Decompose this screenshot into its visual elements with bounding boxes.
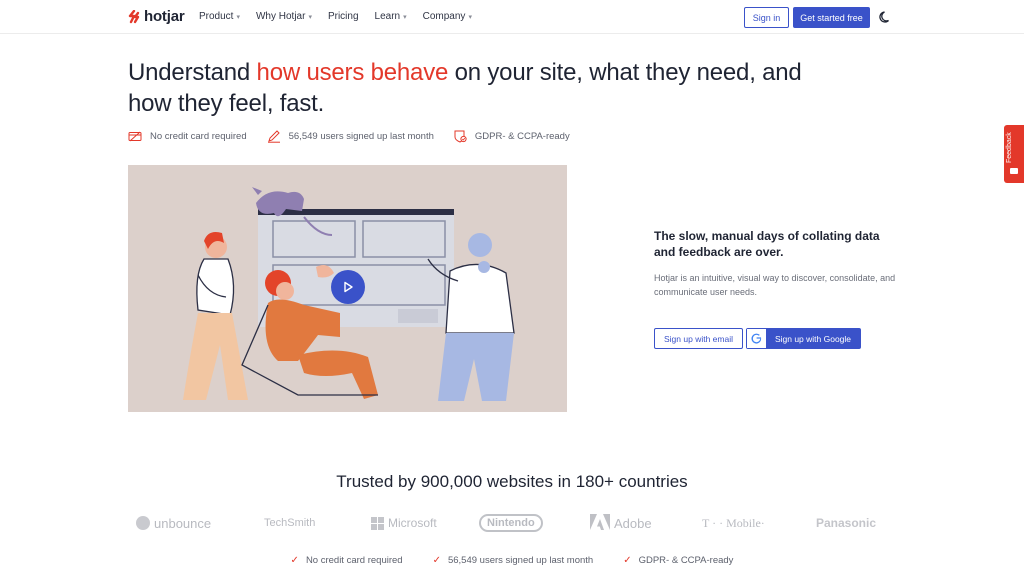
side-title: The slow, manual days of collating data … [654,229,880,259]
badge-label: GDPR- & CCPA-ready [474,130,570,142]
badge-no-credit-card: No credit card required [128,129,247,143]
nintendo-logo: Nintendo [479,511,543,535]
footer-badge-label: 56,549 users signed up last month [447,555,594,566]
top-navigation: hotjar Product ▾ Why Hotjar ▾ Pricing Lear… [0,0,1024,34]
footer-badges: ✓ No credit card required ✓ 56,549 users… [0,555,1024,566]
nav-item-label: Why Hotjar [255,11,306,22]
play-icon [344,281,353,293]
unbounce-mark-icon [136,516,150,530]
nav-item-why-hotjar[interactable]: Why Hotjar ▾ [256,11,312,22]
google-icon [747,329,766,348]
logo-text: TechSmith [264,517,316,529]
badge-gdpr: GDPR- & CCPA-ready [454,129,570,143]
footer-badge: ✓ 56,549 users signed up last month [433,555,594,566]
hotjar-flame-icon [128,9,140,24]
sign-in-button[interactable]: Sign in [744,7,789,28]
nav-item-label: Learn [374,11,401,22]
play-button[interactable] [331,270,365,304]
trusted-heading: Trusted by 900,000 websites in 180+ coun… [336,472,688,491]
feedback-tab[interactable]: Feedback [1004,125,1024,183]
footer-badge-label: No credit card required [305,555,403,566]
get-started-free-button[interactable]: Get started free [793,7,870,28]
badge-signups: 56,549 users signed up last month [267,129,434,143]
logo-text: hotjar [144,8,185,25]
pencil-icon [267,129,281,143]
sign-up-email-button[interactable]: Sign up with email [654,328,743,349]
logo-text: Adobe [614,515,652,531]
nav-item-company[interactable]: Company ▾ [423,11,472,22]
chevron-down-icon: ▾ [468,13,472,21]
nav-item-pricing[interactable]: Pricing [328,11,359,22]
checkmark-icon: ✓ [290,555,299,566]
footer-badge: ✓ No credit card required [291,555,403,566]
nav-item-label: Company [422,11,466,22]
techsmith-logo: TechSmith [264,511,315,535]
hero-title: Understand how users behave on your site… [128,57,828,119]
adobe-logo: Adobe [590,511,652,535]
t-mobile-logo: T · · Mobile· [702,511,765,535]
badge-label: 56,549 users signed up last month [288,130,434,142]
microsoft-logo: Microsoft [371,511,437,535]
nav-item-label: Product [199,11,234,22]
logo-text: Microsoft [388,516,437,530]
nav-item-product[interactable]: Product ▾ [199,11,240,22]
chevron-down-icon: ▾ [308,13,312,21]
side-description: Hotjar is an intuitive, visual way to di… [654,273,896,297]
hero-title-accent: how users behave [256,59,449,86]
logo-text: unbounce [154,515,212,531]
hero-title-part: Understand [128,59,257,86]
chevron-down-icon: ▾ [403,13,407,21]
credit-card-icon [128,131,142,142]
nav-menu: Product ▾ Why Hotjar ▾ Pricing Learn ▾ Comp… [199,11,472,22]
badge-label: No credit card required [150,130,247,142]
panasonic-logo: Panasonic [816,511,876,535]
feedback-label: Feedback [1006,132,1013,163]
adobe-mark-icon [590,513,610,533]
customer-logos: unbounce TechSmith Microsoft Nintendo Ad… [128,511,896,535]
shield-check-icon [454,129,467,143]
nav-item-label: Pricing [327,11,359,22]
footer-badge-label: GDPR- & CCPA-ready [638,555,734,566]
unbounce-logo: unbounce [136,511,211,535]
chevron-down-icon: ▾ [236,13,240,21]
logo-text: T · · Mobile· [702,515,765,530]
hotjar-logo[interactable]: hotjar [128,8,185,25]
google-button-label: Sign up with Google [774,333,852,344]
checkmark-icon: ✓ [623,555,632,566]
checkmark-icon: ✓ [432,555,441,566]
logo-text: Panasonic [816,516,877,530]
moon-icon[interactable] [879,10,893,24]
footer-badge: ✓ GDPR- & CCPA-ready [623,555,733,566]
microsoft-grid-icon [371,516,384,530]
nav-item-learn[interactable]: Learn ▾ [375,11,407,22]
hero-video[interactable] [128,165,567,412]
feedback-icon [1010,168,1018,174]
logo-text: Nintendo [479,514,543,532]
sign-up-google-button[interactable]: Sign up with Google [746,328,861,349]
hero-badges: No credit card required 56,549 users sig… [128,129,570,143]
